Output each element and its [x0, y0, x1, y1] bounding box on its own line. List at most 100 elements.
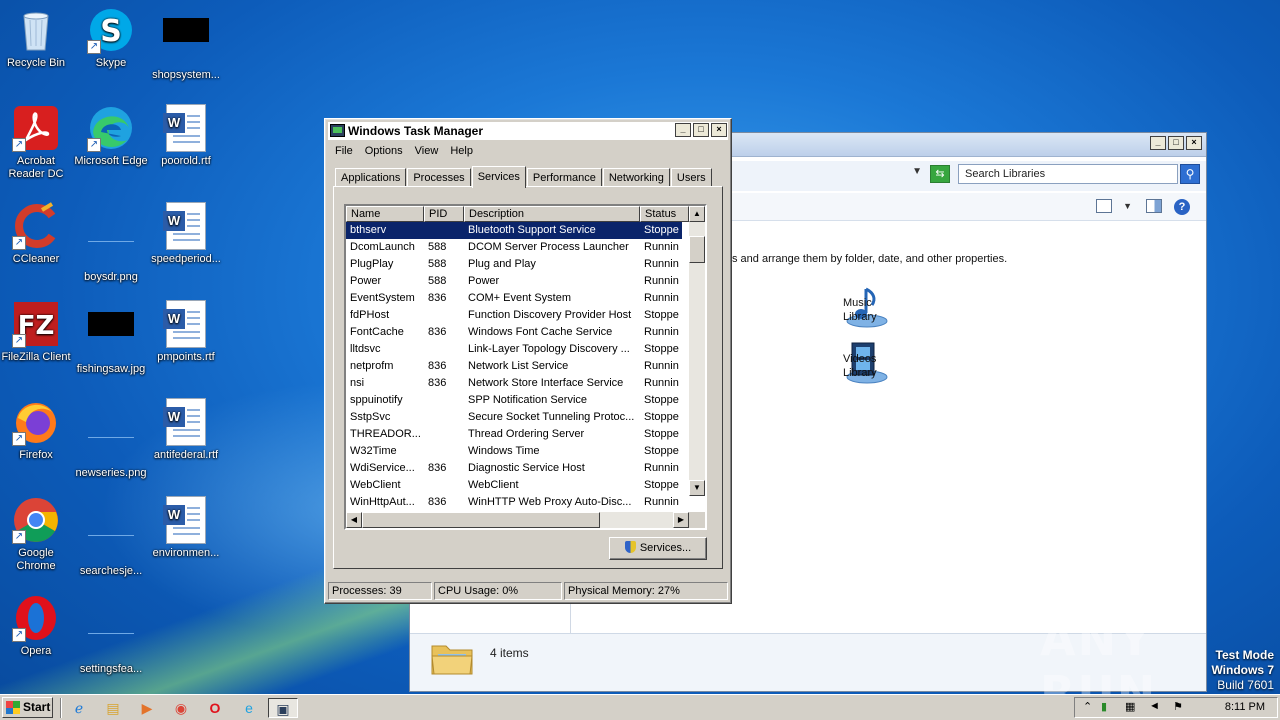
help-icon[interactable]: ? [1174, 199, 1190, 215]
desktop-icon-chrome[interactable]: ↗ Google Chrome [0, 496, 76, 573]
task-manager-window[interactable]: Windows Task Manager _ □ × File Options … [324, 118, 732, 604]
address-dropdown-icon[interactable]: ▼ [912, 166, 922, 177]
table-row[interactable]: PlugPlay 588 Plug and Play Runnin [346, 256, 682, 273]
videos-library[interactable]: Videos Library [843, 352, 877, 380]
table-row[interactable]: bthserv Bluetooth Support Service Stoppe [346, 222, 682, 239]
edge-icon[interactable]: e [236, 698, 262, 718]
close-button[interactable]: × [1186, 136, 1202, 150]
desktop-icon-boysdr[interactable]: boysdr.png [71, 202, 151, 284]
service-description: Diagnostic Service Host [468, 462, 585, 474]
vertical-scrollbar[interactable]: ▲ ▼ [689, 206, 705, 496]
scroll-right-icon[interactable]: ▶ [673, 512, 689, 528]
explorer-icon[interactable]: ▤ [100, 698, 126, 718]
scroll-down-icon[interactable]: ▼ [689, 480, 705, 496]
desktop-icon-poorold[interactable]: W poorold.rtf [146, 104, 226, 168]
menu-options[interactable]: Options [359, 143, 409, 159]
column-header-status[interactable]: Status [640, 206, 689, 222]
table-row[interactable]: DcomLaunch 588 DCOM Server Process Launche… [346, 239, 682, 256]
chrome-icon[interactable]: ◉ [168, 698, 194, 718]
services-button[interactable]: Services... [609, 537, 707, 560]
action-center-flag-icon[interactable]: ⚑ [1173, 700, 1183, 713]
service-name: lltdsvc [350, 343, 381, 355]
taskmanager-icon[interactable]: ▣ [268, 698, 298, 718]
search-input[interactable]: Search Libraries [958, 164, 1178, 184]
scroll-thumb[interactable] [689, 236, 705, 263]
desktop-icon-opera[interactable]: ↗ Opera [0, 594, 76, 658]
volume-icon[interactable]: ◄ [1149, 700, 1160, 712]
desktop-icon-searchesje[interactable]: searchesje... [71, 496, 151, 578]
minimize-button[interactable]: _ [675, 123, 691, 137]
desktop-icon-firefox[interactable]: ↗ Firefox [0, 398, 76, 462]
table-row[interactable]: WebClient WebClient Stoppe [346, 477, 682, 494]
desktop-icon-environmen[interactable]: W environmen... [146, 496, 226, 560]
desktop-icon-newseries[interactable]: newseries.png [71, 398, 151, 480]
table-row[interactable]: THREADOR... Thread Ordering Server Stoppe [346, 426, 682, 443]
table-row[interactable]: Power 588 Power Runnin [346, 273, 682, 290]
desktop-icon-settingsfea[interactable]: settingsfea... [71, 594, 151, 676]
shortcut-arrow-icon: ↗ [12, 530, 26, 544]
table-row[interactable]: FontCache 836 Windows Font Cache Service Ru… [346, 324, 682, 341]
tab-users[interactable]: Users [670, 168, 712, 187]
service-name: SstpSvc [350, 411, 391, 423]
table-row[interactable]: lltdsvc Link-Layer Topology Discovery ...… [346, 341, 682, 358]
view-dropdown-icon[interactable]: ▼ [1123, 201, 1132, 211]
table-row[interactable]: nsi 836 Network Store Interface Service Run… [346, 375, 682, 392]
tab-performance[interactable]: Performance [526, 168, 602, 187]
desktop-icon-filezilla[interactable]: FZ ↗ FileZilla Client [0, 300, 76, 364]
column-header-description[interactable]: Description [464, 206, 640, 222]
maximize-button[interactable]: □ [693, 123, 709, 137]
horizontal-scrollbar[interactable]: ◀ ▶ [346, 512, 689, 528]
desktop-icon-shopsystem[interactable]: shopsystem... [146, 6, 226, 82]
minimize-button[interactable]: _ [1150, 136, 1166, 150]
word-document-icon: W [162, 104, 210, 152]
service-status: Stoppe [644, 411, 679, 423]
desktop-icon-antifederal[interactable]: W antifederal.rtf [146, 398, 226, 462]
change-view-icon[interactable] [1096, 199, 1112, 213]
clock[interactable]: 8:11 PM [1225, 701, 1265, 713]
start-button[interactable]: Start [2, 697, 53, 718]
table-row[interactable]: fdPHost Function Discovery Provider Host S… [346, 307, 682, 324]
ie-icon[interactable]: ℯ [66, 698, 92, 718]
desktop-icon-recycle-bin[interactable]: Recycle Bin [0, 6, 76, 70]
tab-services[interactable]: Services [471, 166, 526, 188]
tab-networking[interactable]: Networking [602, 168, 670, 187]
task-manager-titlebar[interactable]: Windows Task Manager _ □ × [328, 122, 728, 140]
media-player-icon[interactable]: ▶ [134, 698, 160, 718]
table-row[interactable]: WinHttpAut... 836 WinHTTP Web Proxy Auto-D… [346, 494, 682, 511]
table-row[interactable]: SstpSvc Secure Socket Tunneling Protoc...… [346, 409, 682, 426]
service-name: WdiService... [350, 462, 415, 474]
preview-pane-icon[interactable] [1146, 199, 1162, 213]
menu-help[interactable]: Help [444, 143, 479, 159]
desktop-icon-speedperiod[interactable]: W speedperiod... [146, 202, 226, 266]
refresh-icon[interactable]: ⇆ [930, 165, 950, 183]
hscroll-thumb[interactable] [362, 512, 600, 528]
battery-icon[interactable]: ▮ [1101, 700, 1107, 713]
services-list[interactable]: Name PID Description Status bthserv Bluet… [344, 204, 707, 530]
search-icon[interactable]: ⚲ [1180, 164, 1200, 184]
scroll-left-icon[interactable]: ◀ [346, 512, 362, 528]
desktop-icon-fishingsaw[interactable]: fishingsaw.jpg [71, 300, 151, 376]
tab-processes[interactable]: Processes [407, 168, 471, 187]
menu-file[interactable]: File [329, 143, 359, 159]
table-row[interactable]: netprofm 836 Network List Service Runnin [346, 358, 682, 375]
show-hidden-icons-icon[interactable]: ⌃ [1083, 700, 1092, 713]
desktop-icon-pmpoints[interactable]: W pmpoints.rtf [146, 300, 226, 364]
desktop-icon-ccleaner[interactable]: ↗ CCleaner [0, 202, 76, 266]
close-button[interactable]: × [711, 123, 727, 137]
column-header-pid[interactable]: PID [424, 206, 464, 222]
network-icon[interactable]: ▦ [1125, 700, 1135, 713]
opera-icon[interactable]: O [202, 698, 228, 718]
scroll-up-icon[interactable]: ▲ [689, 206, 705, 222]
column-header-name[interactable]: Name [346, 206, 424, 222]
desktop-icon-skype[interactable]: S ↗ Skype [71, 6, 151, 70]
table-row[interactable]: W32Time Windows Time Stoppe [346, 443, 682, 460]
table-row[interactable]: WdiService... 836 Diagnostic Service Host R… [346, 460, 682, 477]
tab-applications[interactable]: Applications [335, 168, 407, 187]
table-row[interactable]: sppuinotify SPP Notification Service Stopp… [346, 392, 682, 409]
table-row[interactable]: EventSystem 836 COM+ Event System Runnin [346, 290, 682, 307]
menu-view[interactable]: View [409, 143, 445, 159]
desktop-icon-edge[interactable]: ↗ Microsoft Edge [71, 104, 151, 168]
maximize-button[interactable]: □ [1168, 136, 1184, 150]
desktop-icon-acrobat[interactable]: ↗ Acrobat Reader DC [0, 104, 76, 181]
music-library[interactable]: Music Library [843, 296, 877, 324]
